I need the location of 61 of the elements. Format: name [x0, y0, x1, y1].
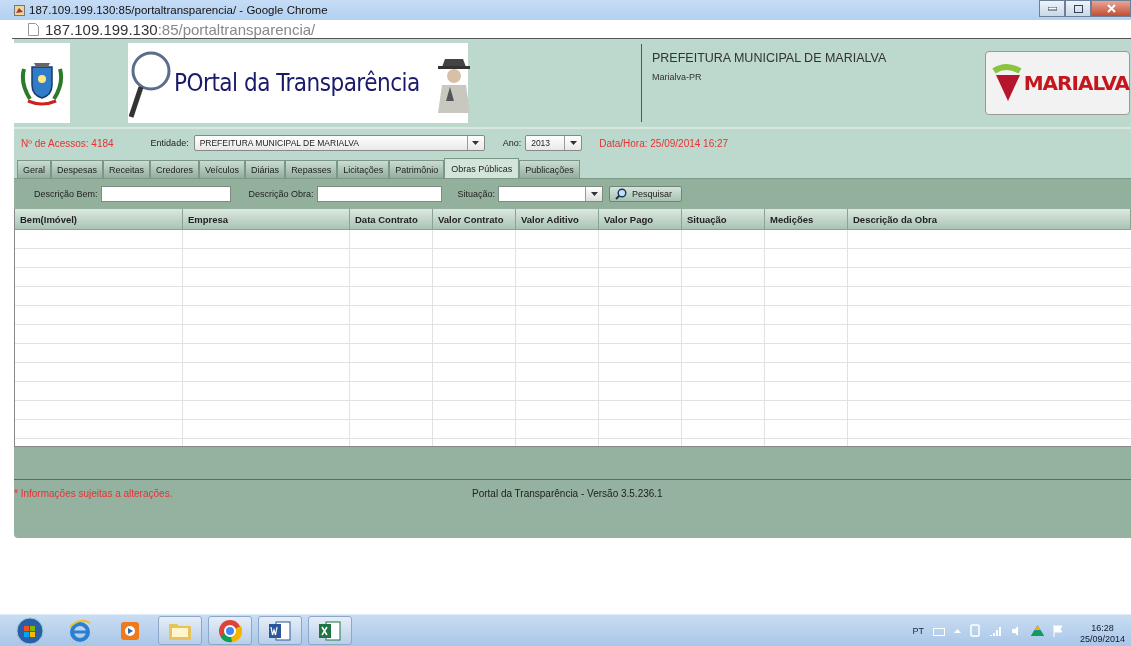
- minimize-icon: [1047, 6, 1057, 11]
- page-icon: [14, 4, 25, 16]
- search-icon: [615, 188, 628, 200]
- column-header[interactable]: Data Contrato: [350, 209, 433, 230]
- tab[interactable]: Diárias: [245, 160, 286, 178]
- search-button[interactable]: Pesquisar: [609, 186, 683, 202]
- caret-icon: [590, 192, 598, 196]
- tab[interactable]: Receitas: [103, 160, 151, 178]
- text-field[interactable]: [316, 186, 442, 202]
- filter-label: Descrição Bem:: [34, 189, 98, 199]
- window-title: 187.109.199.130:85/portaltransparencia/ - Google Chrome: [29, 4, 329, 16]
- caret-icon: [569, 141, 577, 145]
- chrome-icon[interactable]: [208, 616, 252, 645]
- select-dropdown[interactable]: [498, 186, 604, 202]
- close-button[interactable]: [1091, 0, 1131, 17]
- maximize-button[interactable]: [1065, 0, 1091, 17]
- column-header[interactable]: Valor Pago: [599, 209, 682, 230]
- tab[interactable]: Repasses: [285, 160, 338, 178]
- filter-label: Situação:: [457, 189, 496, 199]
- close-icon: [1106, 4, 1116, 13]
- city-logo: MARIALVA: [985, 51, 1130, 115]
- column-header[interactable]: Descrição da Obra: [848, 209, 1131, 230]
- word-icon[interactable]: [258, 616, 302, 645]
- column-header[interactable]: Situação: [682, 209, 765, 230]
- tab[interactable]: Geral: [17, 160, 51, 178]
- tab[interactable]: Publicações: [519, 160, 580, 178]
- language-indicator[interactable]: PT: [912, 625, 924, 636]
- clock[interactable]: 16:28 25/09/2014: [1079, 616, 1125, 645]
- tab[interactable]: Licitações: [337, 160, 390, 178]
- caret-icon: [472, 141, 480, 145]
- access-counter: Nº de Acessos: 4184: [21, 137, 114, 149]
- tab[interactable]: Patrimônio: [389, 160, 445, 178]
- magnifier-drawing: [129, 49, 171, 119]
- municipality-name: PREFEITURA MUNICIPAL DE MARIALVA: [652, 51, 888, 65]
- address-url[interactable]: 187.109.199.130:85/portaltransparencia/: [45, 20, 316, 38]
- year-dropdown[interactable]: 2013: [525, 135, 583, 151]
- page-icon: [28, 22, 39, 36]
- spreadsheet-icon[interactable]: [308, 616, 352, 645]
- tab[interactable]: Veículos: [199, 160, 246, 178]
- portal-logo-text: POrtal da Transparência: [174, 69, 420, 97]
- column-header[interactable]: Medições: [765, 209, 848, 230]
- minimize-button[interactable]: [1039, 0, 1065, 17]
- column-header[interactable]: Valor Aditivo: [516, 209, 599, 230]
- triangle-icon[interactable]: [1030, 625, 1044, 636]
- year-label: Ano:: [502, 138, 522, 148]
- filter-label: Descrição Obra:: [248, 189, 314, 199]
- tab[interactable]: Despesas: [51, 160, 104, 178]
- column-header[interactable]: Empresa: [183, 209, 350, 230]
- column-header[interactable]: Valor Contrato: [433, 209, 516, 230]
- entity-dropdown[interactable]: PREFEITURA MUNICIPAL DE MARIALVA: [193, 135, 485, 151]
- tab[interactable]: Obras Públicas: [444, 158, 520, 178]
- column-header[interactable]: Bem(Imóvel): [15, 209, 183, 230]
- folder-icon[interactable]: [158, 616, 202, 645]
- disclaimer-note: * Informações sujeitas a alterações.: [14, 488, 174, 499]
- municipality-city: Marialva-PR: [652, 72, 703, 82]
- text-field[interactable]: [100, 186, 231, 202]
- maximize-icon: [1073, 4, 1083, 13]
- tab[interactable]: Credores: [150, 160, 200, 178]
- date-time: Data/Hora: 25/09/2014 16:27: [599, 137, 729, 149]
- version-text: Portal da Transparência - Versão 3.5.236.1: [472, 488, 663, 499]
- entity-label: Entidade:: [150, 138, 189, 148]
